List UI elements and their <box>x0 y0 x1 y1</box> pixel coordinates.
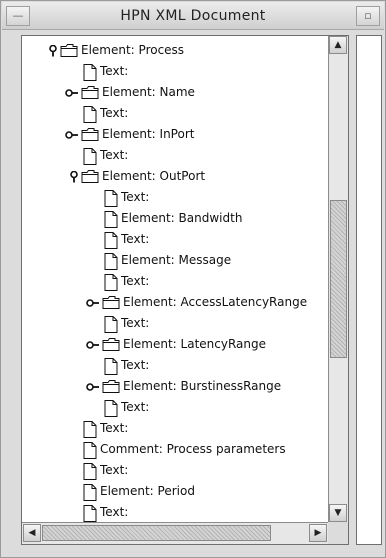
tree-node[interactable]: Text: <box>22 187 328 208</box>
tree-node-label: Text: <box>100 463 129 477</box>
tree-node[interactable]: Text: <box>22 460 328 481</box>
document-icon <box>83 484 97 501</box>
document-icon <box>104 316 118 333</box>
horizontal-scroll-thumb[interactable] <box>42 525 271 541</box>
collapsed-handle-icon[interactable] <box>86 381 100 393</box>
tree-node[interactable]: Element: Name <box>22 82 328 103</box>
tree-node-label: Element: Bandwidth <box>121 211 243 225</box>
tree-node[interactable]: Element: Period <box>22 481 328 502</box>
scroll-right-button[interactable]: ▶ <box>309 524 327 542</box>
minimize-icon: — <box>12 9 24 22</box>
title-bar[interactable]: — HPN XML Document ▫ <box>2 2 384 30</box>
folder-icon <box>81 170 99 183</box>
tree-node[interactable]: Element: Message <box>22 250 328 271</box>
scroll-up-button[interactable]: ▲ <box>329 36 347 54</box>
collapsed-handle-icon[interactable] <box>65 87 79 99</box>
document-icon <box>104 274 118 291</box>
maximize-icon: ▫ <box>364 9 372 22</box>
scroll-down-button[interactable]: ▼ <box>329 504 347 522</box>
folder-icon <box>102 296 120 309</box>
tree-node[interactable]: Element: OutPort <box>22 166 328 187</box>
collapsed-handle-icon[interactable] <box>86 297 100 309</box>
document-icon <box>83 106 97 123</box>
xml-tree[interactable]: Element: Process Text: Element: Name Text: E… <box>22 36 328 522</box>
document-icon <box>104 211 118 228</box>
collapsed-handle-icon[interactable] <box>86 339 100 351</box>
document-icon <box>104 232 118 249</box>
tree-node-label: Text: <box>121 316 150 330</box>
folder-icon <box>60 44 78 57</box>
tree-node[interactable]: Text: <box>22 397 328 418</box>
vertical-scroll-thumb[interactable] <box>330 200 347 358</box>
document-icon <box>83 64 97 81</box>
tree-node-label: Element: BurstinessRange <box>123 379 282 393</box>
document-icon <box>83 148 97 165</box>
window-title: HPN XML Document <box>120 8 266 24</box>
tree-node-label: Element: Period <box>100 484 195 498</box>
maximize-button[interactable]: ▫ <box>356 6 380 26</box>
tree-panel: Element: Process Text: Element: Name Text: E… <box>21 35 349 545</box>
tree-node-label: Element: Name <box>102 85 195 99</box>
detail-panel <box>356 35 382 545</box>
folder-icon <box>81 86 99 99</box>
document-icon <box>104 253 118 270</box>
tree-node[interactable]: Text: <box>22 61 328 82</box>
folder-icon <box>102 338 120 351</box>
tree-node[interactable]: Element: InPort <box>22 124 328 145</box>
tree-node[interactable]: Element: BurstinessRange <box>22 376 328 397</box>
document-icon <box>83 442 97 459</box>
tree-node[interactable]: Text: <box>22 103 328 124</box>
tree-node-label: Element: Message <box>121 253 232 267</box>
collapsed-handle-icon[interactable] <box>65 129 79 141</box>
tree-node-label: Text: <box>100 505 129 519</box>
vertical-scrollbar[interactable]: ▲ ▼ <box>328 36 348 522</box>
tree-node-label: Comment: Process parameters <box>100 442 286 456</box>
tree-node-label: Element: LatencyRange <box>123 337 267 351</box>
tree-node[interactable]: Element: AccessLatencyRange <box>22 292 328 313</box>
tree-node-label: Text: <box>121 190 150 204</box>
document-icon <box>83 421 97 438</box>
tree-node[interactable]: Element: Process <box>22 40 328 61</box>
scrollbar-corner <box>328 522 348 544</box>
tree-node[interactable]: Text: <box>22 418 328 439</box>
tree-node-label: Element: Process <box>81 43 185 57</box>
document-icon <box>104 358 118 375</box>
arrow-right-icon: ▶ <box>314 528 322 538</box>
tree-node-label: Text: <box>100 148 129 162</box>
arrow-down-icon: ▼ <box>334 508 342 518</box>
tree-node-label: Element: OutPort <box>102 169 206 183</box>
document-icon <box>104 190 118 207</box>
tree-node-label: Text: <box>121 358 150 372</box>
tree-node[interactable]: Element: LatencyRange <box>22 334 328 355</box>
tree-node[interactable]: Text: <box>22 145 328 166</box>
horizontal-scrollbar[interactable]: ◀ ▶ <box>22 522 328 544</box>
tree-node[interactable]: Text: <box>22 271 328 292</box>
tree-node[interactable]: Text: <box>22 229 328 250</box>
tree-node[interactable]: Text: <box>22 313 328 334</box>
expanded-handle-icon[interactable] <box>67 171 81 183</box>
arrow-left-icon: ◀ <box>28 528 36 538</box>
folder-icon <box>102 380 120 393</box>
arrow-up-icon: ▲ <box>334 40 342 50</box>
tree-node-label: Text: <box>121 400 150 414</box>
document-icon <box>104 400 118 417</box>
document-icon <box>83 463 97 480</box>
tree-node-label: Text: <box>100 421 129 435</box>
tree-node[interactable]: Text: <box>22 355 328 376</box>
tree-node-label: Text: <box>121 232 150 246</box>
tree-node-label: Text: <box>121 274 150 288</box>
document-icon <box>83 505 97 522</box>
tree-node[interactable]: Text: <box>22 502 328 522</box>
tree-node-label: Element: AccessLatencyRange <box>123 295 308 309</box>
folder-icon <box>81 128 99 141</box>
tree-node-label: Text: <box>100 64 129 78</box>
expanded-handle-icon[interactable] <box>46 45 60 57</box>
scroll-left-button[interactable]: ◀ <box>23 524 41 542</box>
tree-node-label: Text: <box>100 106 129 120</box>
tree-node[interactable]: Element: Bandwidth <box>22 208 328 229</box>
window-menu-button[interactable]: — <box>6 6 30 26</box>
xml-document-window: — HPN XML Document ▫ Element: Process Tex… <box>0 0 386 558</box>
tree-node-label: Element: InPort <box>102 127 195 141</box>
tree-node[interactable]: Comment: Process parameters <box>22 439 328 460</box>
